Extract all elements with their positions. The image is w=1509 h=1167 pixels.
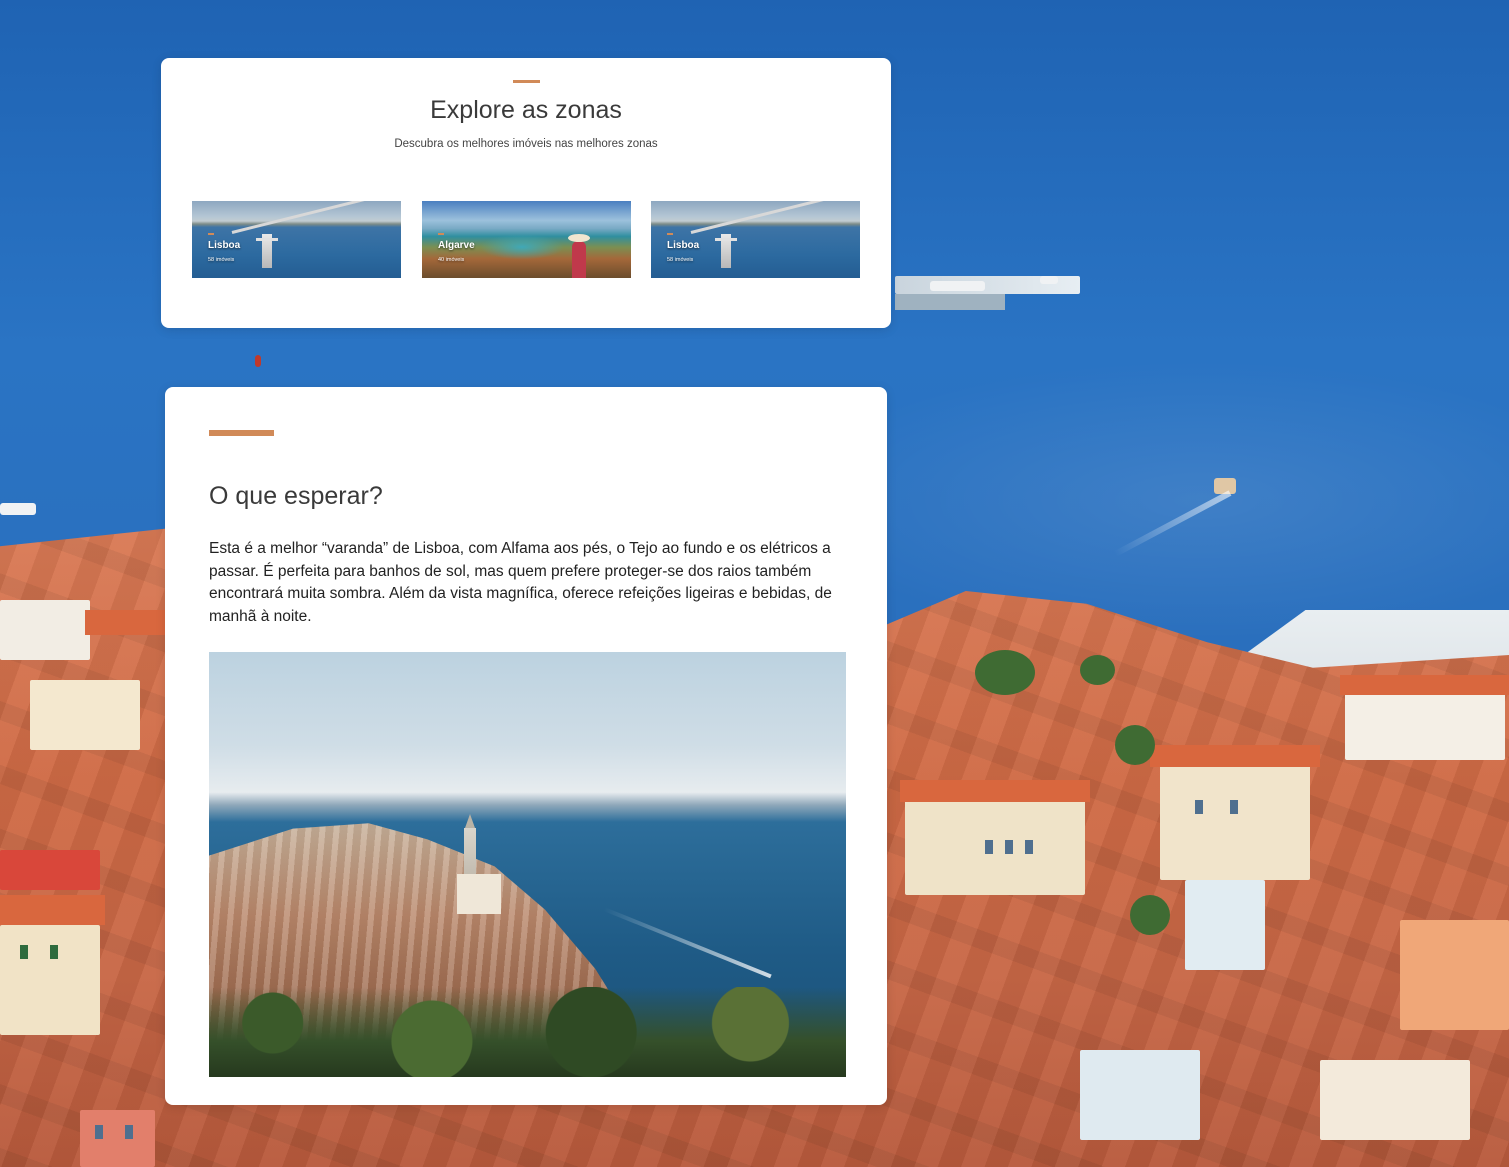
window xyxy=(985,840,993,854)
house xyxy=(30,680,140,750)
pier-base xyxy=(895,294,1005,310)
church xyxy=(457,874,501,914)
boat xyxy=(1040,276,1058,284)
bridge xyxy=(231,201,398,234)
accent-bar xyxy=(513,80,540,83)
expect-body-text: Esta é a melhor “varanda” de Lisboa, com… xyxy=(209,540,832,625)
house xyxy=(1160,760,1310,880)
buoy xyxy=(255,355,261,367)
zones-card: Explore as zonas Descubra os melhores im… xyxy=(161,58,891,328)
roof xyxy=(900,780,1090,802)
foreground-trees xyxy=(209,987,846,1077)
tree xyxy=(975,650,1035,695)
house xyxy=(80,1110,155,1167)
zone-name: Lisboa xyxy=(667,240,700,251)
zone-card-lisboa[interactable]: Lisboa 58 imóveis xyxy=(192,201,401,278)
zone-count: 58 imóveis xyxy=(208,257,235,263)
zone-count: 58 imóveis xyxy=(667,257,694,263)
statue xyxy=(715,234,737,268)
accent-bar xyxy=(209,430,274,436)
roof xyxy=(0,895,105,925)
window xyxy=(95,1125,103,1139)
statue xyxy=(256,234,278,268)
house xyxy=(1185,880,1265,970)
person xyxy=(572,241,586,278)
house xyxy=(1400,920,1509,1030)
expect-photo xyxy=(209,652,846,1077)
accent-bar xyxy=(438,233,444,235)
tree xyxy=(1080,655,1115,685)
window xyxy=(50,945,58,959)
zone-count: 40 imóveis xyxy=(438,257,465,263)
accent-bar xyxy=(667,233,673,235)
bridge xyxy=(690,201,857,234)
house xyxy=(1080,1050,1200,1140)
house xyxy=(0,850,100,890)
house xyxy=(1345,690,1505,760)
boat-wake xyxy=(603,907,772,979)
house xyxy=(1320,1060,1470,1140)
zone-card-algarve[interactable]: Algarve 40 imóveis xyxy=(422,201,631,278)
expect-card: O que esperar? Esta é a melhor “varanda”… xyxy=(165,387,887,1105)
zones-title: Explore as zonas xyxy=(430,96,622,124)
expect-title: O que esperar? xyxy=(209,482,383,510)
zone-name: Lisboa xyxy=(208,240,241,251)
roof xyxy=(1340,675,1509,695)
window xyxy=(1230,800,1238,814)
zone-card-lisboa[interactable]: Lisboa 58 imóveis xyxy=(651,201,860,278)
window xyxy=(20,945,28,959)
tree xyxy=(1115,725,1155,765)
window xyxy=(1025,840,1033,854)
house xyxy=(905,795,1085,895)
tree xyxy=(1130,895,1170,935)
accent-bar xyxy=(208,233,214,235)
zones-subtitle: Descubra os melhores imóveis nas melhore… xyxy=(394,138,658,150)
roof xyxy=(1150,745,1320,767)
boat xyxy=(0,503,36,515)
roof xyxy=(85,610,165,635)
window xyxy=(125,1125,133,1139)
window xyxy=(1195,800,1203,814)
house xyxy=(0,925,100,1035)
window xyxy=(1005,840,1013,854)
zone-name: Algarve xyxy=(438,240,475,251)
boat xyxy=(930,281,985,291)
house xyxy=(0,600,90,660)
hat xyxy=(568,234,590,242)
